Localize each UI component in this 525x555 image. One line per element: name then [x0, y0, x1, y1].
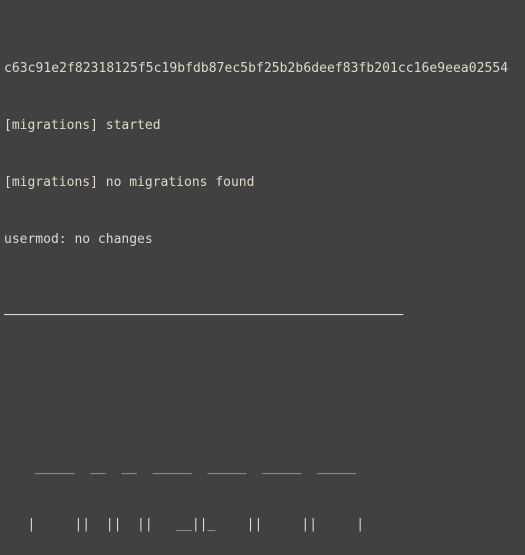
ascii-logo-line-2: | || || || __||_ || || |	[4, 517, 365, 532]
ascii-logo-line-1: _____ __ __ _____ _____ _____ _____	[4, 460, 357, 475]
divider-top: ────────────────────────────────────────…	[4, 308, 404, 323]
log-line-image-hash: c63c91e2f82318125f5c19bfdb87ec5bf25b2b6d…	[4, 61, 509, 76]
log-line-migrations-started: [migrations] started	[4, 118, 161, 133]
log-line-usermod: usermod: no changes	[4, 232, 153, 247]
terminal-window[interactable]: c63c91e2f82318125f5c19bfdb87ec5bf25b2b6d…	[0, 0, 525, 555]
log-line-migrations-none: [migrations] no migrations found	[4, 175, 255, 190]
